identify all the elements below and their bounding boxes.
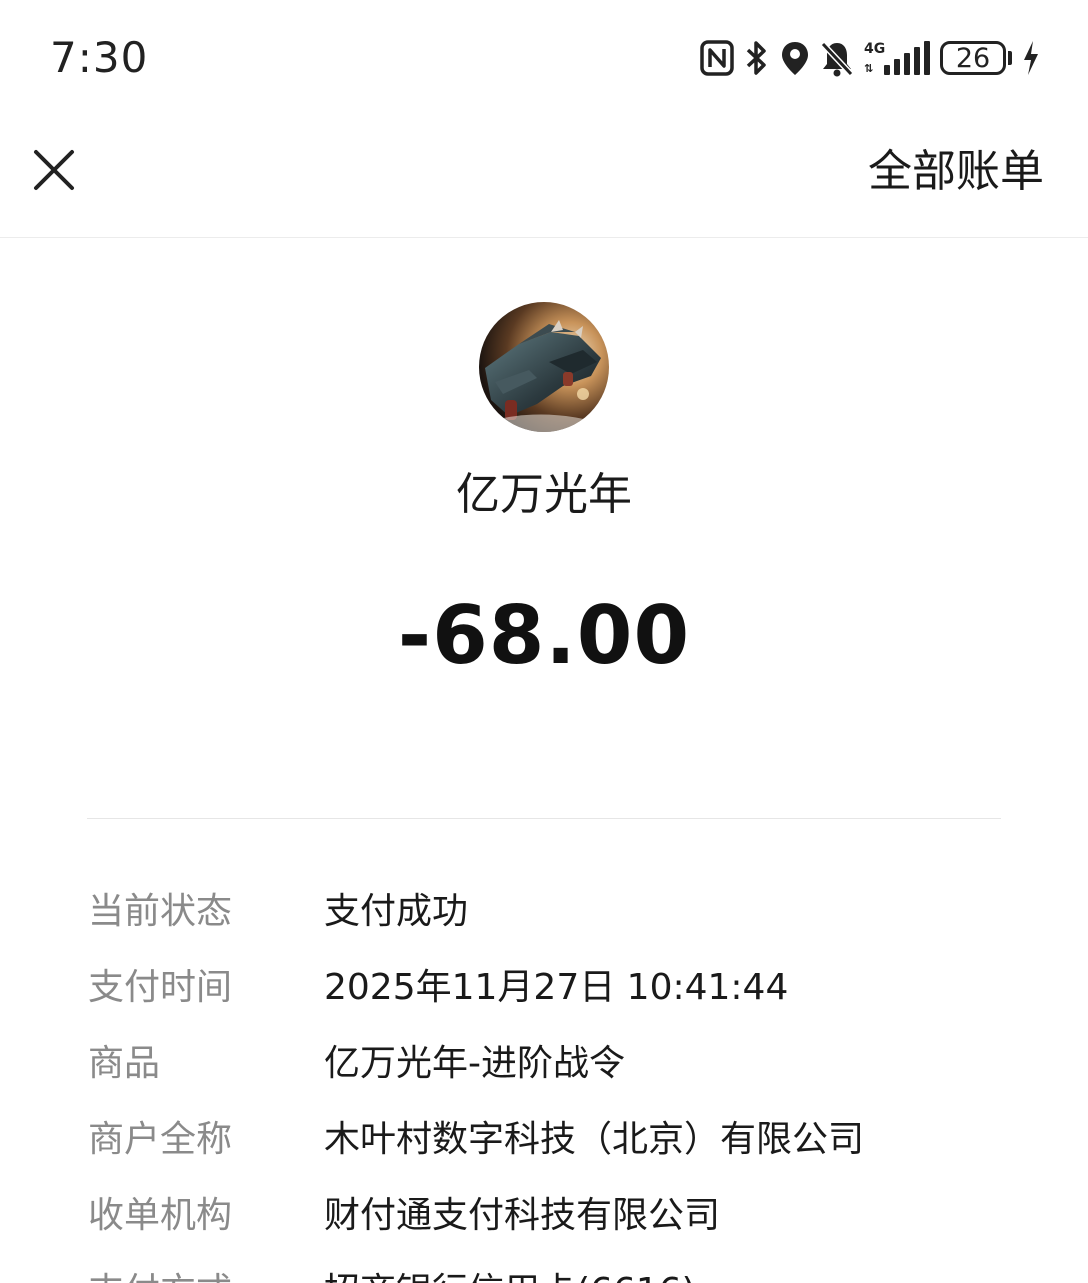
bill-detail-screen: 7:30 4G ⇅ 26 全部账单 亿万光年 -68.00 当前状态 支付成功 … <box>0 0 1088 1283</box>
battery-icon: 26 <box>940 36 1012 80</box>
detail-value: 2025年11月27日 10:41:44 <box>324 967 789 1008</box>
location-icon <box>780 36 810 80</box>
status-icons: 4G ⇅ 26 <box>700 36 1040 80</box>
battery-level: 26 <box>940 41 1006 75</box>
signal-4g-icon: 4G ⇅ <box>864 36 930 80</box>
detail-value: 财付通支付科技有限公司 <box>324 1195 721 1236</box>
detail-label: 商户全称 <box>88 1119 233 1160</box>
bell-off-icon <box>820 36 854 80</box>
detail-label: 商品 <box>88 1043 161 1084</box>
all-bills-link[interactable]: 全部账单 <box>868 144 1044 200</box>
detail-value: 亿万光年-进阶战令 <box>324 1043 625 1084</box>
detail-row-payment-time: 支付时间 2025年11月27日 10:41:44 <box>88 956 1048 1032</box>
detail-value: 招商银行信用卡(6616) <box>324 1268 696 1283</box>
svg-text:⇅: ⇅ <box>864 62 873 75</box>
detail-row-product: 商品 亿万光年-进阶战令 <box>88 1032 1048 1108</box>
bluetooth-icon <box>744 36 770 80</box>
detail-label: 支付时间 <box>88 967 233 1008</box>
svg-text:4G: 4G <box>864 41 885 57</box>
detail-value: 支付成功 <box>324 891 469 932</box>
merchant-name: 亿万光年 <box>456 469 632 520</box>
status-time: 7:30 <box>50 33 149 82</box>
detail-list: 当前状态 支付成功 支付时间 2025年11月27日 10:41:44 商品 亿… <box>88 880 1048 1283</box>
detail-row-merchant-full-name: 商户全称 木叶村数字科技（北京）有限公司 <box>88 1108 1048 1184</box>
detail-value: 木叶村数字科技（北京）有限公司 <box>324 1119 865 1160</box>
divider <box>87 818 1001 819</box>
nfc-icon <box>700 36 734 80</box>
close-button[interactable] <box>26 142 82 198</box>
close-icon <box>34 150 74 190</box>
status-bar: 7:30 4G ⇅ 26 <box>0 0 1088 112</box>
detail-row-payment-method[interactable]: 支付方式 招商银行信用卡(6616) <box>88 1260 1048 1283</box>
nav-bar: 全部账单 <box>0 112 1088 238</box>
detail-label: 支付方式 <box>88 1268 232 1283</box>
detail-row-acquirer: 收单机构 财付通支付科技有限公司 <box>88 1184 1048 1260</box>
detail-row-status: 当前状态 支付成功 <box>88 880 1048 956</box>
detail-label: 收单机构 <box>88 1195 233 1236</box>
charging-icon <box>1022 36 1040 80</box>
merchant-avatar <box>479 302 609 432</box>
detail-label: 当前状态 <box>88 891 233 932</box>
transaction-amount: -68.00 <box>397 589 691 682</box>
